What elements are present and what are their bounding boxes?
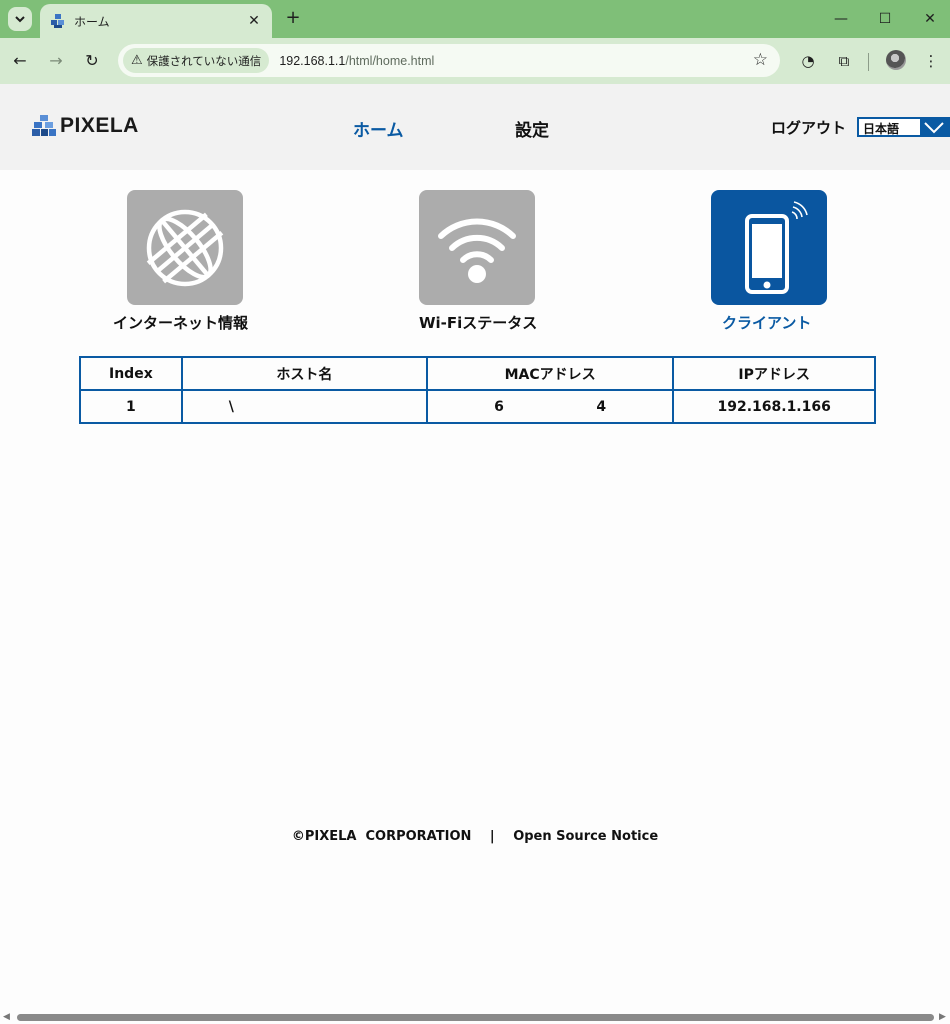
browser-tab-strip: ホーム ✕ + — ☐ ✕ [0, 0, 950, 38]
url-text[interactable]: 192.168.1.1/html/home.html [279, 54, 434, 68]
tab-search-button[interactable] [8, 7, 32, 31]
cell-index: 1 [79, 389, 183, 424]
pixela-favicon-icon [51, 14, 64, 28]
pixela-logo[interactable]: PIXELA [32, 114, 139, 138]
internet-info-label[interactable]: インターネット情報 [113, 312, 248, 333]
router-header: PIXELA ホーム 設定 ログアウト 日本語 [0, 84, 950, 170]
column-header-ip: IPアドレス [672, 356, 876, 391]
column-header-index: Index [79, 356, 183, 391]
page-footer: ©PIXELA CORPORATION | Open Source Notice [0, 829, 950, 844]
logout-link[interactable]: ログアウト [771, 117, 846, 138]
reload-icon[interactable]: ↻ [80, 49, 104, 73]
chevron-down-icon [924, 122, 944, 134]
back-arrow-icon[interactable]: ← [8, 49, 32, 73]
column-header-host: ホスト名 [180, 356, 428, 391]
language-value: 日本語 [863, 122, 900, 136]
maximize-button[interactable]: ☐ [874, 8, 896, 30]
table-header-row: Index ホスト名 MACアドレス IPアドレス [79, 356, 876, 391]
forward-arrow-icon[interactable]: → [44, 49, 68, 73]
client-table: Index ホスト名 MACアドレス IPアドレス 1 \ 6 4 192.16… [79, 356, 876, 424]
scroll-left-icon[interactable]: ◀ [3, 1012, 10, 1022]
table-row: 1 \ 6 4 192.168.1.166 [79, 389, 876, 424]
browser-toolbar: ← → ↻ ⚠ 保護されていない通信 192.168.1.1/html/home… [0, 38, 950, 84]
wifi-status-label[interactable]: Wi-Fiステータス [419, 312, 537, 333]
browser-tab[interactable]: ホーム ✕ [40, 4, 272, 38]
chevron-down-icon [15, 16, 25, 23]
nav-settings[interactable]: 設定 [515, 116, 549, 141]
wifi-status-tile[interactable] [419, 190, 535, 305]
open-source-notice-link[interactable]: Open Source Notice [513, 829, 658, 844]
security-label: 保護されていない通信 [146, 53, 262, 68]
puzzle-extensions-icon[interactable]: ⧉ [833, 50, 855, 72]
extension-icon[interactable]: ◔ [797, 50, 819, 72]
minimize-button[interactable]: — [830, 8, 852, 30]
wifi-icon [438, 218, 516, 283]
copyright-text: ©PIXELA CORPORATION [291, 829, 472, 844]
footer-separator: | [489, 829, 495, 844]
bookmark-star-icon[interactable]: ☆ [753, 50, 768, 70]
cell-host: \ [180, 389, 428, 424]
smartphone-icon [745, 200, 808, 294]
url-path: /html/home.html [345, 53, 435, 68]
language-select[interactable]: 日本語 [857, 117, 950, 137]
close-window-button[interactable]: ✕ [919, 8, 941, 30]
address-bar[interactable]: ⚠ 保護されていない通信 192.168.1.1/html/home.html … [118, 44, 780, 77]
pixela-cubes-icon [32, 115, 56, 136]
column-header-mac: MACアドレス [425, 356, 675, 391]
warning-triangle-icon: ⚠ [131, 53, 143, 68]
scroll-right-icon[interactable]: ▶ [939, 1012, 946, 1022]
client-label[interactable]: クライアント [722, 312, 811, 333]
logo-text: PIXELA [60, 114, 139, 137]
tab-title: ホーム [74, 14, 110, 29]
toolbar-divider [868, 53, 869, 71]
cell-mac: 6 4 [425, 389, 675, 424]
cell-ip: 192.168.1.166 [672, 389, 876, 424]
security-indicator[interactable]: ⚠ 保護されていない通信 [123, 48, 270, 73]
internet-info-tile[interactable] [127, 190, 243, 305]
url-host: 192.168.1.1 [279, 53, 346, 68]
nav-home[interactable]: ホーム [353, 116, 404, 141]
new-tab-button[interactable]: + [282, 8, 304, 30]
globe-icon [146, 209, 224, 286]
dropdown-arrow [920, 119, 948, 135]
client-tile[interactable] [711, 190, 827, 305]
close-tab-icon[interactable]: ✕ [246, 13, 262, 29]
horizontal-scrollbar[interactable]: ◀ ▶ [0, 1010, 950, 1024]
scrollbar-thumb[interactable] [17, 1014, 934, 1021]
profile-avatar[interactable] [886, 50, 906, 70]
kebab-menu-icon[interactable]: ⋮ [920, 50, 942, 72]
